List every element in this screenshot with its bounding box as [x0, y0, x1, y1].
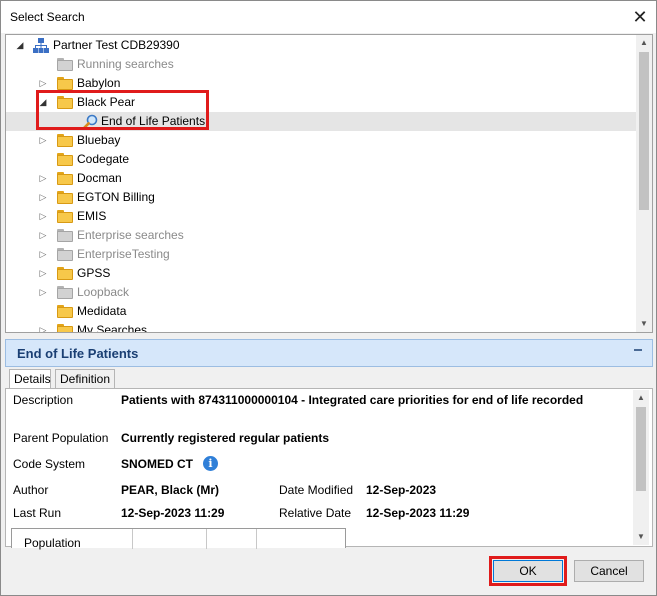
- table-column: [207, 529, 257, 549]
- folder-icon: [57, 305, 73, 318]
- org-icon: [33, 38, 49, 53]
- tree-item-loopback[interactable]: ▷ Loopback: [6, 283, 636, 302]
- tree-item-label: Docman: [77, 171, 122, 185]
- last-run-value: 12-Sep-2023 11:29: [121, 506, 225, 520]
- tree-scrollbar[interactable]: ▲ ▼: [636, 35, 652, 332]
- details-header: End of Life Patients: [5, 339, 653, 367]
- tree-item-medidata[interactable]: Medidata: [6, 302, 636, 321]
- tree-item-label: EGTON Billing: [77, 190, 155, 204]
- scroll-thumb[interactable]: [639, 52, 649, 210]
- table-column: Population: [12, 529, 133, 550]
- expand-icon[interactable]: ▷: [37, 264, 49, 283]
- folder-icon: [57, 229, 73, 242]
- cancel-button[interactable]: Cancel: [574, 560, 644, 582]
- tree-item-label: Medidata: [77, 304, 127, 318]
- tree-item-label: Codegate: [77, 152, 130, 166]
- expand-icon[interactable]: ▷: [37, 188, 49, 207]
- date-modified-value: 12-Sep-2023: [366, 483, 437, 497]
- close-icon[interactable]: ✕: [627, 5, 653, 29]
- highlight-box-tree: [36, 90, 209, 130]
- tree-item-codegate[interactable]: Codegate: [6, 150, 636, 169]
- folder-icon: [57, 267, 73, 280]
- description-label: Description: [13, 393, 74, 407]
- expand-icon[interactable]: ▷: [37, 169, 49, 188]
- relative-date-value: 12-Sep-2023 11:29: [366, 506, 470, 520]
- folder-icon: [57, 77, 73, 90]
- folder-icon: [57, 172, 73, 185]
- tree-item-enterprise-searches[interactable]: ▷ Enterprise searches: [6, 226, 636, 245]
- expand-icon[interactable]: ▷: [37, 131, 49, 150]
- tree-item-running-searches[interactable]: Running searches: [6, 55, 636, 74]
- scroll-up-icon[interactable]: ▲: [633, 390, 649, 406]
- tree-item-docman[interactable]: ▷ Docman: [6, 169, 636, 188]
- tree-item-label: EMIS: [77, 209, 107, 223]
- highlight-box-ok: [489, 556, 567, 586]
- description-value: Patients with 874311000000104 - Integrat…: [121, 393, 584, 407]
- details-pane: Description Patients with 87431100000010…: [5, 388, 653, 547]
- folder-icon: [57, 58, 73, 71]
- author-value: PEAR, Black (Mr): [121, 483, 220, 497]
- expand-icon[interactable]: ▷: [37, 245, 49, 264]
- tab-definition[interactable]: Definition: [55, 369, 115, 389]
- tree-item-label: My Searches: [77, 323, 148, 333]
- tree-item-label: EnterpriseTesting: [77, 247, 170, 261]
- expand-icon[interactable]: ▷: [37, 226, 49, 245]
- parent-population-value: Currently registered regular patients: [121, 431, 330, 445]
- tab-details[interactable]: Details: [9, 369, 51, 390]
- folder-icon: [57, 210, 73, 223]
- author-label: Author: [13, 483, 49, 497]
- title-bar: Select Search ✕: [1, 1, 656, 33]
- scroll-thumb[interactable]: [636, 407, 646, 491]
- collapse-icon[interactable]: ◢: [14, 36, 26, 55]
- tree-item-gpss[interactable]: ▷ GPSS: [6, 264, 636, 283]
- expand-icon[interactable]: ▷: [37, 207, 49, 226]
- tree-item-label: Loopback: [77, 285, 130, 299]
- select-search-dialog: Select Search ✕ ◢ Partner Test CDB29390: [0, 0, 657, 596]
- tree-root[interactable]: ◢ Partner Test CDB29390: [6, 36, 636, 55]
- search-tree: ◢ Partner Test CDB29390 Running searches…: [5, 34, 653, 333]
- tree-item-bluebay[interactable]: ▷ Bluebay: [6, 131, 636, 150]
- folder-icon: [57, 153, 73, 166]
- tree-item-label: Running searches: [77, 57, 174, 71]
- folder-icon: [57, 286, 73, 299]
- scroll-down-icon[interactable]: ▼: [633, 529, 649, 545]
- table-column: [133, 529, 207, 549]
- folder-icon: [57, 134, 73, 147]
- tree-item-egton-billing[interactable]: ▷ EGTON Billing: [6, 188, 636, 207]
- expand-icon[interactable]: ▷: [37, 283, 49, 302]
- tree-item-label: Enterprise searches: [77, 228, 184, 242]
- details-title: End of Life Patients: [17, 346, 139, 361]
- folder-icon: [57, 191, 73, 204]
- code-system-value: SNOMED CT: [121, 457, 193, 471]
- window-title: Select Search: [10, 10, 85, 24]
- relative-date-label: Relative Date: [279, 506, 352, 520]
- tree-item-my-searches[interactable]: ▷ My Searches: [6, 321, 636, 333]
- details-scrollbar[interactable]: ▲ ▼: [633, 390, 649, 545]
- info-icon[interactable]: i: [203, 456, 218, 471]
- code-system-label: Code System: [13, 457, 86, 471]
- population-header: Population: [24, 536, 81, 550]
- minimize-icon[interactable]: [634, 348, 642, 356]
- tree-item-emis[interactable]: ▷ EMIS: [6, 207, 636, 226]
- folder-icon: [57, 324, 73, 332]
- tree-item-label: Bluebay: [77, 133, 121, 147]
- scroll-up-icon[interactable]: ▲: [636, 35, 652, 51]
- tree-item-enterprise-testing[interactable]: ▷ EnterpriseTesting: [6, 245, 636, 264]
- tree-item-label: GPSS: [77, 266, 111, 280]
- scroll-down-icon[interactable]: ▼: [636, 316, 652, 332]
- expand-icon[interactable]: ▷: [37, 321, 49, 332]
- last-run-label: Last Run: [13, 506, 62, 520]
- date-modified-label: Date Modified: [279, 483, 354, 497]
- parent-population-label: Parent Population: [13, 431, 109, 445]
- folder-icon: [57, 248, 73, 261]
- population-table: Population: [11, 528, 346, 550]
- tree-root-label: Partner Test CDB29390: [53, 38, 180, 52]
